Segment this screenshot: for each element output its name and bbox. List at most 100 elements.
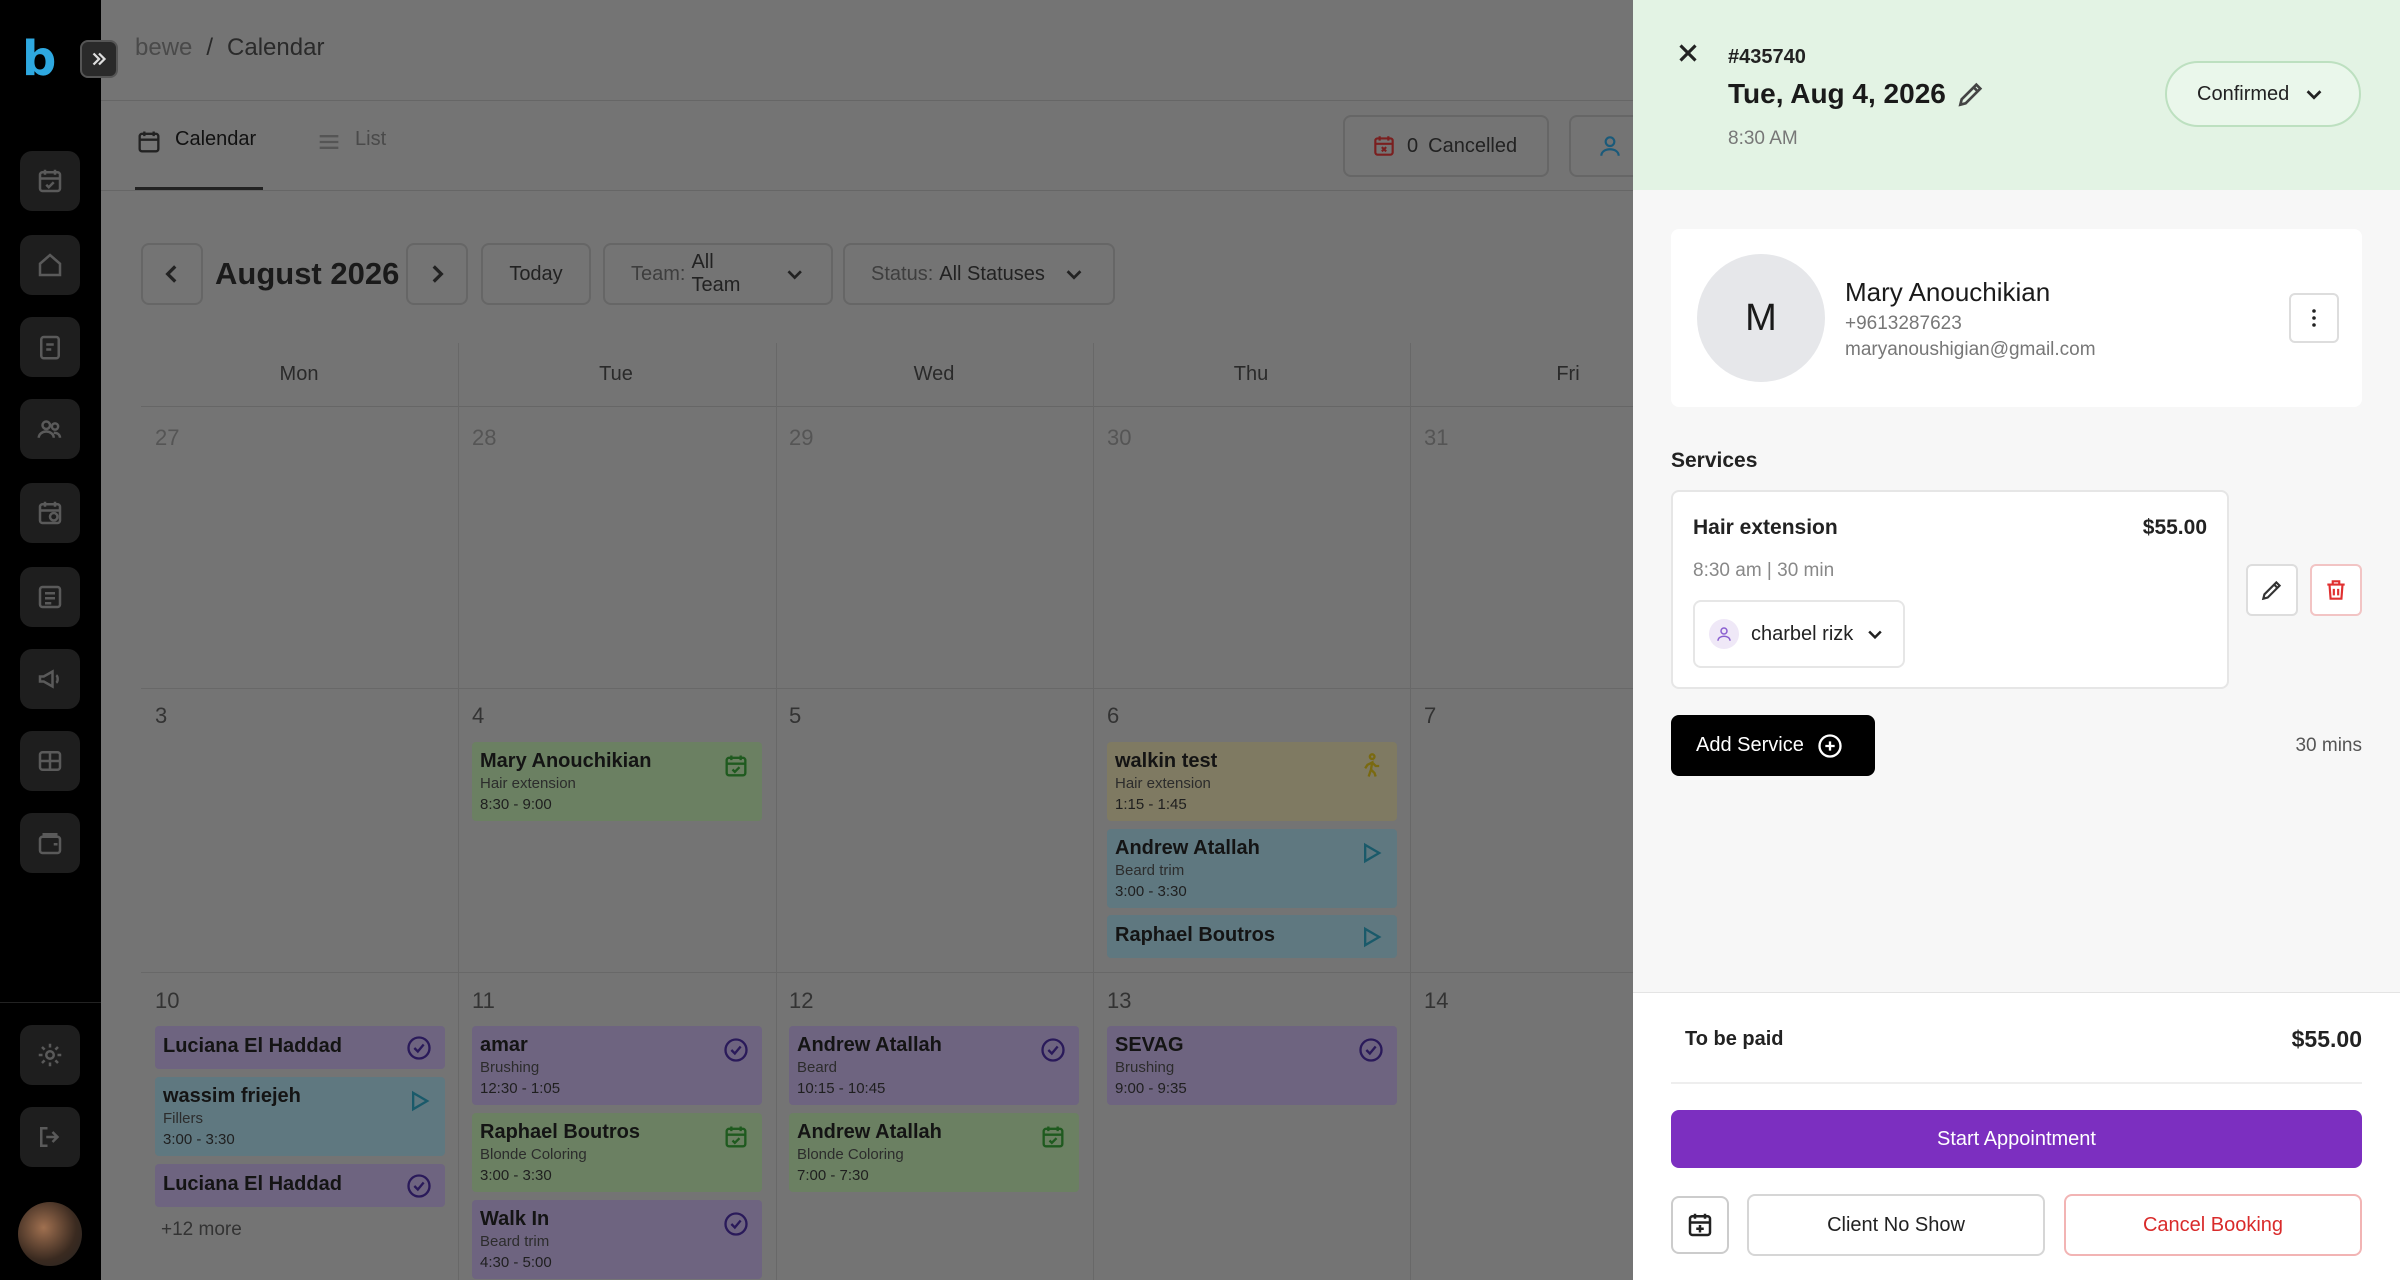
calendar-event[interactable]: Andrew Atallah Beard trim 3:00 - 3:30 xyxy=(1107,829,1397,908)
date-cell[interactable]: 27 xyxy=(155,425,179,451)
tabs-divider xyxy=(101,190,1633,191)
more-vertical-icon xyxy=(2312,309,2316,327)
booking-status-dropdown[interactable]: Confirmed xyxy=(2165,61,2361,127)
nav-calendar-clock-icon[interactable] xyxy=(20,483,80,543)
check-circle-icon xyxy=(407,1174,431,1198)
grid-column-line xyxy=(1093,343,1094,1280)
chevron-left-icon xyxy=(165,265,177,283)
services-title: Services xyxy=(1671,449,1758,472)
event-time: 9:00 - 9:35 xyxy=(1115,1080,1187,1097)
date-cell[interactable]: 13 xyxy=(1107,988,1131,1014)
date-cell[interactable]: 6 xyxy=(1107,703,1119,729)
date-cell[interactable]: 29 xyxy=(789,425,813,451)
today-button[interactable]: Today xyxy=(481,243,591,305)
nav-logout-icon[interactable] xyxy=(20,1107,80,1167)
service-time-duration: 8:30 am | 30 min xyxy=(1693,560,1835,581)
date-cell[interactable]: 10 xyxy=(155,988,179,1014)
grid-column-line xyxy=(458,343,459,1280)
calendar-check-icon xyxy=(1042,1126,1064,1148)
close-panel-button[interactable] xyxy=(1673,38,1703,68)
event-client-name: Andrew Atallah xyxy=(797,1034,942,1056)
tab-calendar[interactable]: Calendar xyxy=(135,128,263,190)
cancelled-filter-button[interactable]: 0 Cancelled xyxy=(1343,115,1549,177)
next-month-button[interactable] xyxy=(406,243,468,305)
list-icon xyxy=(319,135,339,149)
nav-dashboard-icon[interactable] xyxy=(20,731,80,791)
play-icon xyxy=(1364,842,1382,864)
edit-service-button[interactable] xyxy=(2246,564,2298,616)
nav-calendar-check-icon[interactable] xyxy=(20,151,80,211)
date-cell[interactable]: 28 xyxy=(472,425,496,451)
booking-panel-header: #435740 Tue, Aug 4, 2026 8:30 AM Confirm… xyxy=(1633,0,2400,190)
reschedule-button[interactable] xyxy=(1671,1196,1729,1254)
date-cell[interactable]: 5 xyxy=(789,703,801,729)
booking-time: 8:30 AM xyxy=(1728,128,1798,149)
pencil-icon xyxy=(2261,580,2282,601)
header-divider xyxy=(101,100,1633,101)
calendar-event[interactable]: Raphael Boutros Blonde Coloring 3:00 - 3… xyxy=(472,1113,762,1192)
nav-home-icon[interactable] xyxy=(20,235,80,295)
calendar-event[interactable]: SEVAG Brushing 9:00 - 9:35 xyxy=(1107,1026,1397,1105)
grid-column-line xyxy=(776,343,777,1280)
date-cell[interactable]: 14 xyxy=(1424,988,1448,1014)
nav-clipboard-icon[interactable] xyxy=(20,317,80,377)
tab-list[interactable]: List xyxy=(315,128,386,190)
date-cell[interactable]: 30 xyxy=(1107,425,1131,451)
nav-list-icon[interactable] xyxy=(20,567,80,627)
status-filter-dropdown[interactable]: Status: All Statuses xyxy=(843,243,1115,305)
calendar-event[interactable]: Andrew Atallah Beard 10:15 - 10:45 xyxy=(789,1026,1079,1105)
trash-icon xyxy=(2327,580,2345,600)
date-cell[interactable]: 4 xyxy=(472,703,484,729)
calendar-event[interactable]: Raphael Boutros xyxy=(1107,915,1397,958)
breadcrumb-root[interactable]: bewe xyxy=(135,34,192,61)
to-be-paid-amount: $55.00 xyxy=(2291,1026,2362,1052)
service-price: $55.00 xyxy=(2142,516,2207,539)
date-cell[interactable]: 7 xyxy=(1424,703,1436,729)
nav-users-icon[interactable] xyxy=(20,399,80,459)
cancel-booking-button[interactable]: Cancel Booking xyxy=(2064,1194,2362,1256)
add-service-label: Add Service xyxy=(1696,734,1804,756)
close-icon xyxy=(1679,44,1697,62)
date-cell[interactable]: 31 xyxy=(1424,425,1448,451)
sidebar-expand-button[interactable] xyxy=(80,40,118,78)
calendar-event[interactable]: Andrew Atallah Blonde Coloring 7:00 - 7:… xyxy=(789,1113,1079,1192)
calendar-event[interactable]: wassim friejeh Fillers 3:00 - 3:30 xyxy=(155,1077,445,1156)
calendar-event[interactable]: amar Brushing 12:30 - 1:05 xyxy=(472,1026,762,1105)
team-filter-value: All Team xyxy=(691,251,741,296)
user-avatar[interactable] xyxy=(18,1202,82,1266)
date-cell[interactable]: 3 xyxy=(155,703,167,729)
event-time: 1:15 - 1:45 xyxy=(1115,796,1187,813)
prev-month-button[interactable] xyxy=(141,243,203,305)
event-client-name: amar xyxy=(480,1034,528,1056)
more-events-link[interactable]: +12 more xyxy=(161,1219,242,1241)
breadcrumb: bewe / Calendar xyxy=(135,34,324,62)
nav-megaphone-icon[interactable] xyxy=(20,649,80,709)
date-cell[interactable]: 11 xyxy=(472,988,495,1014)
calendar-event[interactable]: Luciana El Haddad xyxy=(155,1026,445,1069)
client-no-show-button[interactable]: Client No Show xyxy=(1747,1194,2045,1256)
start-appointment-button[interactable]: Start Appointment xyxy=(1671,1110,2362,1168)
nav-wallet-icon[interactable] xyxy=(20,813,80,873)
add-service-button[interactable]: Add Service xyxy=(1671,715,1875,776)
nav-settings-icon[interactable] xyxy=(20,1025,80,1085)
team-filter-dropdown[interactable]: Team: All Team xyxy=(603,243,833,305)
calendar-event[interactable]: walkin test Hair extension 1:15 - 1:45 xyxy=(1107,742,1397,821)
booking-id: #435740 xyxy=(1728,46,1806,68)
staff-dropdown[interactable]: charbel rizk xyxy=(1693,600,1905,668)
calendar-event[interactable]: Walk In Beard trim 4:30 - 5:00 xyxy=(472,1200,762,1279)
calendar-event[interactable]: Mary Anouchikian Hair extension 8:30 - 9… xyxy=(472,742,762,821)
calendar-event[interactable]: Luciana El Haddad xyxy=(155,1164,445,1207)
date-cell[interactable]: 12 xyxy=(789,988,813,1014)
client-name[interactable]: Mary Anouchikian xyxy=(1845,277,2050,308)
breadcrumb-separator: / xyxy=(206,34,214,61)
client-more-options-button[interactable] xyxy=(2289,293,2339,343)
bewe-logo[interactable]: b xyxy=(22,35,62,83)
event-time: 3:00 - 3:30 xyxy=(480,1167,552,1184)
event-service: Blonde Coloring xyxy=(480,1146,587,1163)
calendar-check-icon xyxy=(725,755,747,777)
edit-date-button[interactable] xyxy=(1955,78,1989,112)
tab-list-label: List xyxy=(355,128,387,150)
delete-service-button[interactable] xyxy=(2310,564,2362,616)
chevron-down-icon xyxy=(2306,90,2322,100)
cancelled-label: Cancelled xyxy=(1428,134,1518,157)
